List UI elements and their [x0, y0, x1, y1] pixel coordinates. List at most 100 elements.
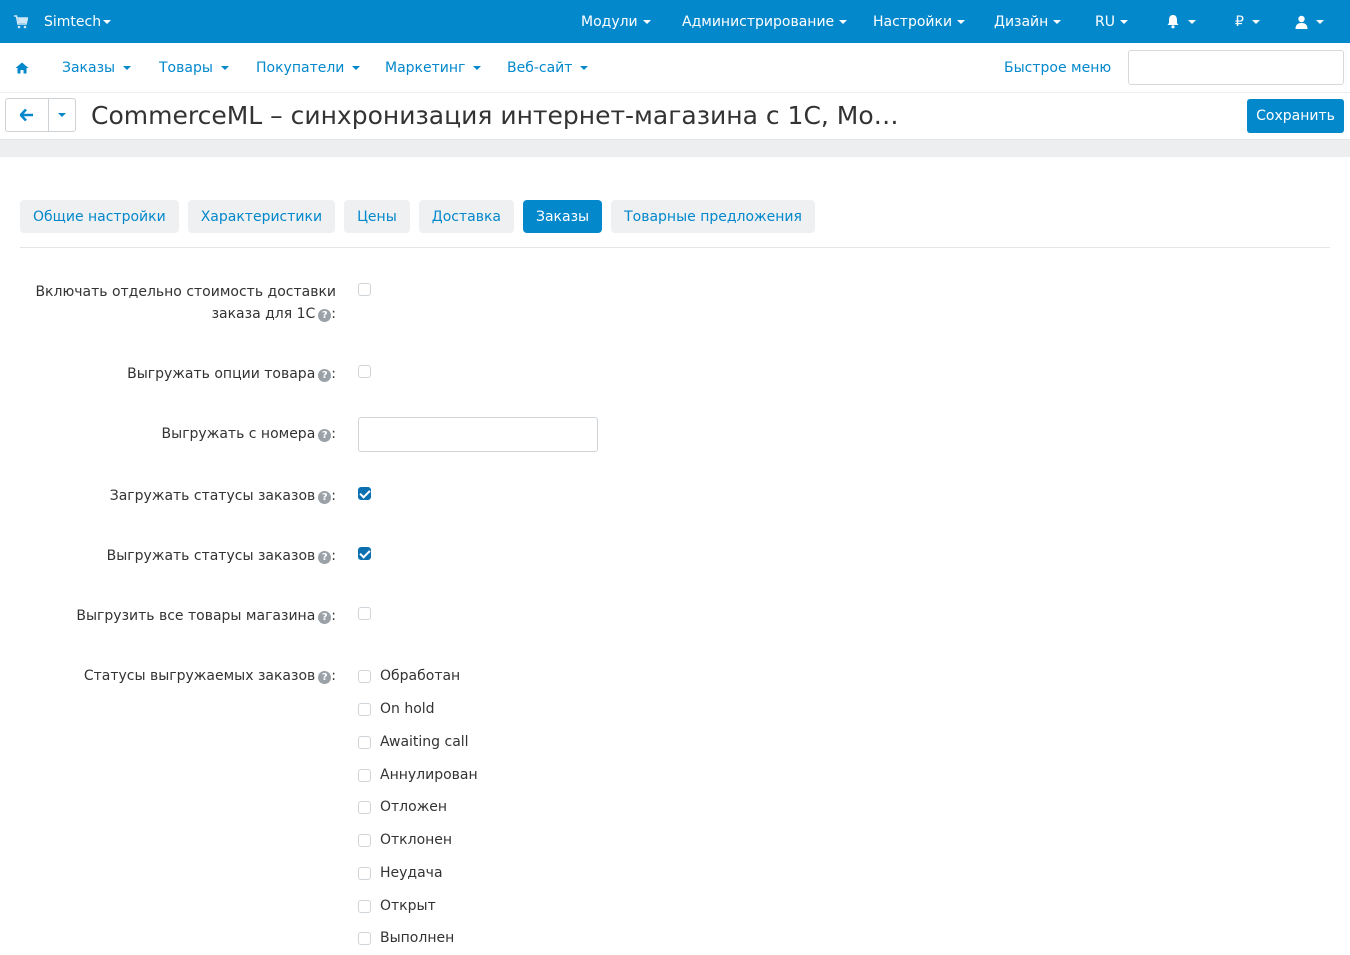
- status-option-label: Открыт: [380, 898, 436, 914]
- nav-marketing-label: Маркетинг: [385, 59, 466, 76]
- nav-customers-label: Покупатели: [256, 59, 345, 76]
- status-checkbox[interactable]: [358, 833, 371, 847]
- language-label: RU: [1095, 13, 1115, 30]
- currency-selector[interactable]: ₽: [1235, 0, 1260, 43]
- help-icon[interactable]: ?: [318, 491, 332, 504]
- export-all-products-label-text: Выгрузить все товары магазина: [76, 608, 316, 624]
- menu-design-label: Дизайн: [994, 13, 1049, 30]
- nav-marketing[interactable]: Маркетинг: [385, 43, 482, 92]
- export-from-number-label: Выгружать с номера?:: [162, 423, 336, 445]
- home-icon: [15, 62, 29, 73]
- status-checkbox[interactable]: [358, 931, 371, 945]
- status-option[interactable]: Выполнен: [358, 928, 454, 948]
- history-dropdown-button[interactable]: [49, 99, 75, 131]
- label-colon: :: [331, 668, 336, 684]
- tab-prices[interactable]: Цены: [344, 200, 410, 233]
- status-option-label: Awaiting call: [380, 734, 469, 750]
- notifications-menu[interactable]: [1166, 0, 1196, 43]
- back-button[interactable]: [6, 99, 48, 131]
- chevron-down-icon: [220, 65, 229, 70]
- export-all-products-label: Выгрузить все товары магазина?:: [76, 605, 336, 627]
- status-checkbox[interactable]: [358, 800, 371, 814]
- main-navbar: Заказы Товары Покупатели Маркетинг Веб-с…: [0, 43, 1350, 93]
- help-icon[interactable]: ?: [318, 551, 332, 564]
- chevron-down-icon: [642, 19, 651, 24]
- export-options-checkbox[interactable]: [358, 365, 371, 378]
- label-colon: :: [331, 488, 336, 504]
- nav-orders-label: Заказы: [62, 59, 116, 76]
- chevron-down-icon: [1119, 19, 1128, 24]
- tab-product-offers[interactable]: Товарные предложения: [611, 200, 815, 233]
- tab-features[interactable]: Характеристики: [187, 200, 336, 233]
- nav-customers[interactable]: Покупатели: [256, 43, 361, 92]
- nav-products[interactable]: Товары: [159, 43, 229, 92]
- statuses-label: Статусы выгружаемых заказов?:: [84, 665, 336, 687]
- status-option[interactable]: Обработан: [358, 666, 460, 686]
- status-checkbox[interactable]: [358, 866, 371, 880]
- nav-orders[interactable]: Заказы: [62, 43, 132, 92]
- status-option[interactable]: Awaiting call: [358, 732, 469, 752]
- status-option[interactable]: On hold: [358, 699, 435, 719]
- label-colon: :: [331, 426, 336, 442]
- help-icon[interactable]: ?: [318, 611, 332, 624]
- chevron-down-icon: [839, 19, 848, 24]
- save-button[interactable]: Сохранить: [1247, 99, 1344, 133]
- quick-menu-link[interactable]: Быстрое меню: [1004, 43, 1111, 92]
- menu-modules-label: Модули: [581, 13, 638, 30]
- menu-design[interactable]: Дизайн: [994, 0, 1062, 43]
- tab-general-settings[interactable]: Общие настройки: [20, 200, 179, 233]
- chevron-down-icon: [1188, 19, 1196, 24]
- status-option[interactable]: Открыт: [358, 896, 436, 916]
- user-menu[interactable]: [1295, 0, 1324, 43]
- search-input[interactable]: [1128, 50, 1344, 85]
- export-from-number-input[interactable]: [358, 417, 598, 452]
- export-statuses-label: Выгружать статусы заказов?:: [107, 545, 336, 567]
- chevron-down-icon: [123, 65, 132, 70]
- menu-modules[interactable]: Модули: [581, 0, 651, 43]
- delivery-cost-label-line1: Включать отдельно стоимость доставки: [35, 284, 336, 300]
- help-icon[interactable]: ?: [318, 369, 332, 382]
- status-option[interactable]: Неудача: [358, 863, 443, 883]
- label-colon: :: [331, 608, 336, 624]
- export-all-products-checkbox[interactable]: [358, 607, 371, 620]
- status-checkbox[interactable]: [358, 702, 371, 716]
- tab-delivery[interactable]: Доставка: [418, 200, 514, 233]
- nav-website[interactable]: Веб-сайт: [507, 43, 589, 92]
- back-button-group: [5, 98, 76, 132]
- tab-orders[interactable]: Заказы: [523, 200, 603, 233]
- chevron-down-icon: [58, 113, 66, 117]
- import-statuses-checkbox[interactable]: [358, 487, 371, 500]
- language-selector[interactable]: RU: [1095, 0, 1128, 43]
- help-icon[interactable]: ?: [318, 309, 332, 322]
- chevron-down-icon: [103, 19, 112, 24]
- delivery-cost-checkbox[interactable]: [358, 283, 371, 296]
- status-option[interactable]: Отложен: [358, 797, 447, 817]
- home-button[interactable]: [15, 43, 29, 92]
- help-icon[interactable]: ?: [318, 429, 332, 442]
- export-statuses-checkbox[interactable]: [358, 547, 371, 560]
- status-checkbox[interactable]: [358, 669, 371, 683]
- store-switcher[interactable]: Simtech: [14, 0, 112, 43]
- status-option[interactable]: Отклонен: [358, 830, 452, 850]
- chevron-down-icon: [957, 19, 966, 24]
- bell-icon: [1167, 15, 1179, 29]
- status-option[interactable]: Аннулирован: [358, 765, 478, 785]
- export-options-label-text: Выгружать опции товара: [127, 366, 316, 382]
- chevron-down-icon: [1316, 19, 1324, 24]
- settings-tabs: Общие настройки Характеристики Цены Дост…: [20, 200, 815, 233]
- help-icon[interactable]: ?: [318, 671, 332, 684]
- status-option-label: On hold: [380, 701, 435, 717]
- import-statuses-label: Загружать статусы заказов?:: [110, 485, 336, 507]
- status-option-label: Отклонен: [380, 832, 453, 848]
- status-checkbox[interactable]: [358, 899, 371, 913]
- page-header: CommerceML – синхронизация интернет-мага…: [0, 93, 1350, 140]
- menu-administration[interactable]: Администрирование: [682, 0, 848, 43]
- label-colon: :: [331, 306, 336, 322]
- label-colon: :: [331, 548, 336, 564]
- menu-settings[interactable]: Настройки: [873, 0, 966, 43]
- status-checkbox[interactable]: [358, 768, 371, 782]
- header-shadow-band: [0, 140, 1350, 157]
- import-statuses-label-text: Загружать статусы заказов: [109, 488, 316, 504]
- export-statuses-label-text: Выгружать статусы заказов: [106, 548, 316, 564]
- status-checkbox[interactable]: [358, 735, 371, 749]
